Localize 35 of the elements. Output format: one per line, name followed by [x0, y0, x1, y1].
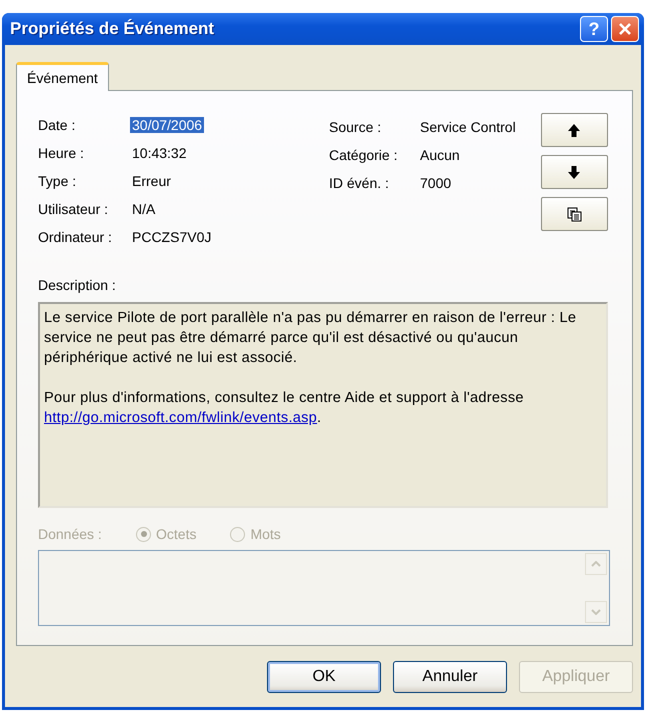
field-value: PCCZS7V0J [131, 229, 212, 245]
field-value: Erreur [131, 173, 172, 189]
description-text: Pour plus d'informations, consultez le centre Aide et support à l'adresse http://go.microsoft.com/fwlink/events.asp. [44, 388, 525, 428]
field-label: Ordinateur : [38, 229, 113, 245]
data-label: Données : [38, 526, 103, 542]
field-label: ID évén. : [329, 175, 390, 191]
help-button[interactable]: ? [580, 16, 608, 42]
field-value: N/A [131, 201, 156, 217]
copy-icon [567, 206, 582, 222]
description-text: Le service Pilote de port parallèle n'a pas pu démarrer en raison de l'erreur : Le service ne peut pas être démarré parce qu'il est désactivé ou qu'aucun périphérique activé ne lui est associé. [44, 308, 578, 368]
field-label: Utilisateur : [38, 201, 110, 217]
description-label: Description : [38, 277, 117, 296]
window-title: Propriétés de Événement [10, 19, 216, 39]
arrow-up-icon [567, 122, 582, 138]
previous-button[interactable] [541, 113, 608, 147]
field-label: Type : [38, 173, 78, 189]
field-label: Date : [38, 117, 76, 133]
description-box[interactable] [38, 302, 608, 508]
next-button[interactable] [541, 155, 608, 189]
field-value: 7000 [419, 175, 452, 191]
field-label: Heure : [38, 145, 85, 161]
arrow-down-icon [567, 164, 582, 180]
field-label: Catégorie : [329, 147, 398, 163]
field-value: 10:43:32 [131, 145, 188, 161]
help-link[interactable]: http://go.microsoft.com/fwlink/events.asp [44, 410, 318, 426]
dialog-button[interactable]: OK [267, 661, 381, 693]
field-label: Source : [329, 119, 382, 135]
dialog-button[interactable]: Annuler [393, 661, 507, 693]
close-icon [618, 22, 632, 36]
tab[interactable]: Événement [16, 62, 109, 91]
copy-button[interactable] [541, 197, 608, 231]
field-value: Service Control [419, 119, 517, 135]
close-button[interactable] [611, 16, 639, 42]
field-value: Aucun [419, 147, 461, 163]
field-value: 30/07/2006 [130, 117, 204, 133]
